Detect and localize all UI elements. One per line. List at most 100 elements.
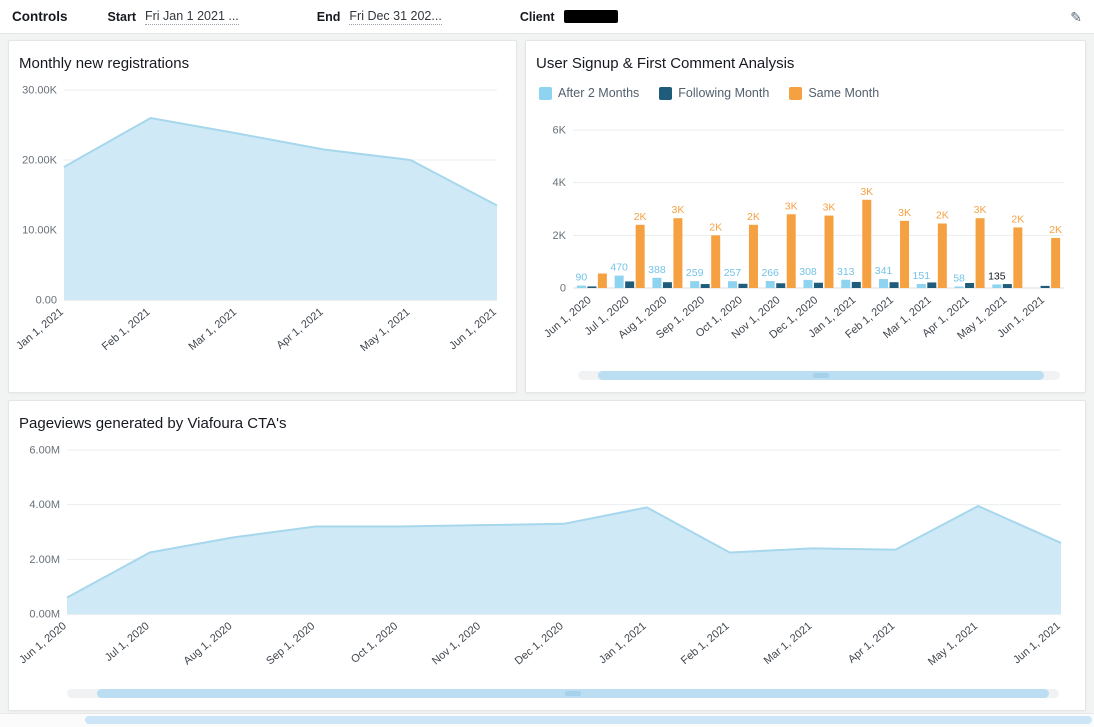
bar[interactable]	[803, 279, 813, 288]
panel-title: Monthly new registrations	[19, 55, 190, 72]
x-axis-label: Aug 1, 2020	[181, 620, 234, 667]
bar[interactable]	[727, 281, 737, 288]
bar[interactable]	[992, 284, 1002, 288]
bar[interactable]	[662, 282, 672, 288]
pageviews-viafoura-cta-svg: 0.00M 2.00M 4.00M 6.00M Jun 1, 2020 Jul 1, 20…	[17, 445, 1063, 669]
x-axis-label: Jun 1, 2020	[17, 620, 69, 666]
x-axis-label: Jun 1, 2021	[1011, 620, 1063, 666]
x-axis-label: Jan 1, 2021	[14, 306, 66, 352]
end-date-value[interactable]: Fri Dec 31 202...	[349, 9, 442, 25]
start-date-value[interactable]: Fri Jan 1 2021 ...	[144, 9, 239, 25]
bar[interactable]	[841, 279, 851, 288]
x-axis-label: Dec 1, 2020	[513, 620, 566, 667]
bar[interactable]	[879, 279, 889, 288]
bar[interactable]	[1013, 227, 1023, 288]
bar[interactable]	[1040, 285, 1050, 288]
bar[interactable]	[635, 224, 645, 288]
bar[interactable]	[927, 282, 937, 288]
client-value-redacted[interactable]	[563, 10, 618, 23]
data-label: 3K	[823, 202, 836, 214]
data-label: 470	[610, 262, 628, 274]
x-axis-label: Mar 1, 2021	[762, 620, 815, 667]
x-axis-label: Apr 1, 2021	[274, 306, 325, 352]
bar[interactable]	[597, 273, 607, 288]
signup-analysis-chart[interactable]: 0 2K 4K 6K Jun 1, 2020 Jul 1, 2020 Aug 1, 2020…	[531, 106, 1085, 357]
bar[interactable]	[1002, 284, 1012, 288]
bar[interactable]	[614, 275, 624, 288]
bar[interactable]	[711, 235, 721, 288]
data-label: 151	[913, 270, 931, 282]
bar[interactable]	[673, 218, 683, 288]
end-date-label: End	[316, 9, 341, 24]
legend-swatch	[659, 86, 673, 100]
bar[interactable]	[889, 282, 899, 288]
data-label: 388	[648, 264, 666, 276]
user-signup-first-comment-svg: 02K4K6KJun 1, 2020Jul 1, 2020Aug 1, 2020…	[542, 125, 1064, 342]
bar[interactable]	[652, 277, 662, 288]
bar[interactable]	[851, 281, 861, 288]
legend-item[interactable]: Same Month	[789, 86, 879, 100]
legend-label: After 2 Months	[558, 86, 640, 100]
page-hscrollbar[interactable]	[0, 713, 1094, 727]
legend-label: Same Month	[808, 86, 880, 100]
panel-monthly-registrations: Monthly new registrations 0.00 10.00K 20.0…	[8, 40, 517, 393]
scrollbar-thumb[interactable]	[97, 689, 1049, 698]
legend-item[interactable]: Following Month	[659, 86, 769, 100]
pageviews-chart[interactable]: 0.00M 2.00M 4.00M 6.00M Jun 1, 2020 Jul 1, 20…	[15, 436, 1085, 681]
y-axis-label: 10.00K	[22, 225, 58, 237]
bar[interactable]	[738, 283, 748, 288]
data-label: 2K	[709, 221, 722, 233]
y-axis-label: 6.00M	[29, 445, 60, 457]
area-fill[interactable]	[64, 118, 497, 300]
data-label: 308	[799, 266, 817, 278]
data-label: 90	[576, 272, 588, 284]
x-axis-label: Apr 1, 2021	[846, 620, 897, 666]
pencil-icon[interactable]: ✎	[1070, 10, 1082, 24]
scrollbar-thumb[interactable]	[85, 716, 1092, 724]
bar[interactable]	[587, 286, 597, 288]
bar[interactable]	[862, 199, 872, 288]
monthly-registrations-chart[interactable]: 0.00 10.00K 20.00K 30.00K Jan 1, 2021 Feb 1, …	[14, 78, 516, 381]
y-axis-label: 4.00M	[29, 499, 60, 511]
bar[interactable]	[1051, 237, 1061, 288]
bar[interactable]	[824, 215, 834, 288]
bar[interactable]	[814, 282, 823, 288]
bar[interactable]	[700, 284, 710, 288]
panel-title: User Signup & First Comment Analysis	[536, 55, 795, 72]
bar[interactable]	[690, 281, 700, 288]
panel-signup-analysis: User Signup & First Comment Analysis Aft…	[525, 40, 1086, 393]
x-axis-label: Jan 1, 2021	[597, 620, 649, 666]
start-date-label: Start	[107, 9, 136, 24]
chart-hscrollbar[interactable]	[578, 371, 1060, 380]
start-date-control[interactable]: Start Fri Jan 1 2021 ...	[108, 9, 239, 25]
x-axis-label: Sep 1, 2020	[264, 620, 317, 667]
bar[interactable]	[975, 218, 985, 288]
x-axis-label: May 1, 2021	[358, 306, 412, 354]
bar[interactable]	[786, 214, 796, 288]
data-label: 313	[837, 266, 855, 278]
bar[interactable]	[765, 280, 775, 288]
bar[interactable]	[900, 220, 910, 288]
scrollbar-thumb[interactable]	[598, 371, 1044, 380]
bar[interactable]	[625, 281, 635, 288]
data-label: 58	[953, 272, 965, 284]
bar[interactable]	[954, 286, 964, 288]
data-label: 3K	[974, 204, 987, 216]
legend-item[interactable]: After 2 Months	[539, 86, 639, 100]
bar[interactable]	[576, 285, 586, 288]
x-axis-label: Feb 1, 2021	[679, 620, 732, 667]
bar[interactable]	[937, 223, 947, 288]
bar[interactable]	[776, 283, 786, 288]
bar[interactable]	[965, 282, 975, 288]
monthly-new-registrations-svg: 0.00 10.00K 20.00K 30.00K Jan 1, 2021 Feb 1, …	[14, 85, 499, 355]
client-control[interactable]: Client	[520, 10, 618, 24]
legend-label: Following Month	[678, 86, 770, 100]
area-fill[interactable]	[67, 506, 1061, 614]
end-date-control[interactable]: End Fri Dec 31 202...	[317, 9, 442, 25]
y-axis-label: 6K	[553, 125, 567, 137]
chart-hscrollbar[interactable]	[67, 689, 1059, 698]
bar[interactable]	[748, 224, 758, 288]
legend-swatch	[789, 86, 803, 100]
bar[interactable]	[916, 284, 926, 288]
x-axis-label: May 1, 2021	[926, 620, 980, 668]
